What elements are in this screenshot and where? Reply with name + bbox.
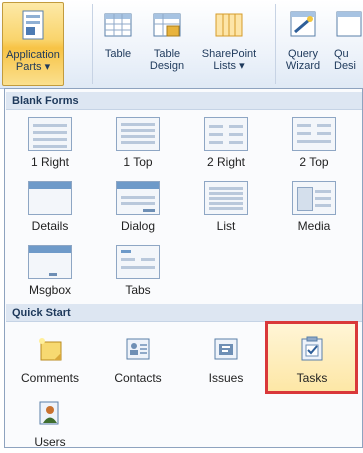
quick-start-label: Users <box>7 435 93 449</box>
form-label: 2 Right <box>183 155 269 169</box>
query-design-button[interactable]: Qu Desi <box>330 2 363 86</box>
ribbon-button-label: Qu Desi <box>334 48 363 72</box>
blank-form-details[interactable]: Details <box>7 177 93 237</box>
blank-form-2-top[interactable]: 2 Top <box>271 113 357 173</box>
ribbon-button-label: Query Wizard <box>280 48 326 72</box>
sharepoint-lists-icon <box>213 8 245 42</box>
tasks-icon <box>298 335 326 363</box>
form-label: 2 Top <box>271 155 357 169</box>
form-thumbnail-icon <box>204 181 248 215</box>
quick-start-comments[interactable]: Comments <box>7 329 93 389</box>
form-thumbnail-icon <box>204 117 248 151</box>
form-thumbnail-icon <box>292 181 336 215</box>
quick-start-label: Tasks <box>269 371 355 385</box>
table-button[interactable]: Table <box>98 2 138 86</box>
blank-form-2-right[interactable]: 2 Right <box>183 113 269 173</box>
contacts-icon <box>124 335 152 363</box>
form-thumbnail-icon <box>116 117 160 151</box>
quick-start-tasks[interactable]: Tasks <box>269 329 355 389</box>
form-thumbnail-icon <box>116 181 160 215</box>
blank-form-media[interactable]: Media <box>271 177 357 237</box>
form-label: Msgbox <box>7 283 93 297</box>
blank-form-1-top[interactable]: 1 Top <box>95 113 181 173</box>
form-label: Dialog <box>95 219 181 233</box>
form-label: Details <box>7 219 93 233</box>
ribbon: Application Parts ▾ Table Table Design S… <box>0 0 363 89</box>
form-thumbnail-icon <box>28 117 72 151</box>
blank-form-1-right[interactable]: 1 Right <box>7 113 93 173</box>
query-wizard-icon <box>287 8 319 42</box>
table-icon <box>102 8 134 42</box>
form-thumbnail-icon <box>28 245 72 279</box>
form-thumbnail-icon <box>116 245 160 279</box>
form-label: 1 Right <box>7 155 93 169</box>
form-label: Media <box>271 219 357 233</box>
ribbon-separator <box>275 4 276 84</box>
application-parts-menu: Blank Forms 1 Right 1 Top 2 Right 2 Top <box>4 88 363 448</box>
quick-start-contacts[interactable]: Contacts <box>95 329 181 389</box>
users-icon <box>36 399 64 427</box>
blank-form-dialog[interactable]: Dialog <box>95 177 181 237</box>
ribbon-button-label: SharePoint Lists ▾ <box>196 48 262 72</box>
form-thumbnail-icon <box>292 117 336 151</box>
quick-start-label: Issues <box>183 371 269 385</box>
application-parts-button[interactable]: Application Parts ▾ <box>2 2 64 86</box>
comments-icon <box>36 335 64 363</box>
blank-form-tabs[interactable]: Tabs <box>95 241 181 301</box>
ribbon-button-label: Table Design <box>142 48 192 72</box>
quick-start-users[interactable]: Users <box>7 393 93 453</box>
sharepoint-lists-button[interactable]: SharePoint Lists ▾ <box>196 2 262 86</box>
quick-start-label: Contacts <box>95 371 181 385</box>
application-parts-icon <box>17 9 49 43</box>
query-wizard-button[interactable]: Query Wizard <box>280 2 326 86</box>
issues-icon <box>212 335 240 363</box>
ribbon-button-label: Application Parts ▾ <box>3 49 63 73</box>
quick-start-issues[interactable]: Issues <box>183 329 269 389</box>
ribbon-button-label: Table <box>98 48 138 60</box>
form-label: Tabs <box>95 283 181 297</box>
form-thumbnail-icon <box>28 181 72 215</box>
blank-form-msgbox[interactable]: Msgbox <box>7 241 93 301</box>
form-label: 1 Top <box>95 155 181 169</box>
blank-form-list[interactable]: List <box>183 177 269 237</box>
ribbon-separator <box>92 4 93 84</box>
table-design-icon <box>151 8 183 42</box>
form-label: List <box>183 219 269 233</box>
blank-forms-header: Blank Forms <box>6 92 362 110</box>
quick-start-header: Quick Start <box>6 304 362 322</box>
table-design-button[interactable]: Table Design <box>142 2 192 86</box>
quick-start-label: Comments <box>7 371 93 385</box>
query-design-icon <box>333 8 363 42</box>
